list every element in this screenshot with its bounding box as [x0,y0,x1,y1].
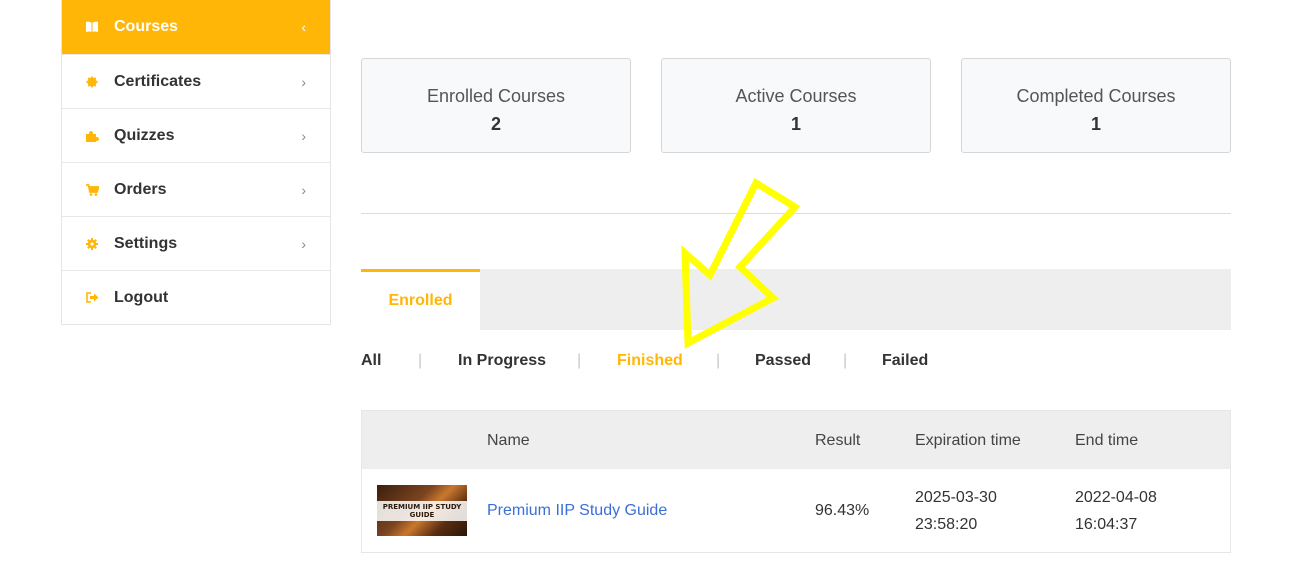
annotation-arrow-icon [681,178,801,349]
filter-in-progress[interactable]: In Progress [458,352,546,370]
logout-icon [84,290,100,306]
sidebar-item-label: Courses [114,18,179,35]
chevron-right-icon: › [301,181,306,198]
stat-card-active: Active Courses 1 [661,58,931,153]
puzzle-icon [84,128,100,144]
expiration-date: 2025-03-30 [915,489,997,506]
book-icon [84,19,100,35]
course-name-link[interactable]: Premium IIP Study Guide [487,497,667,524]
filter-failed[interactable]: Failed [882,352,928,370]
sidebar-item-settings[interactable]: Settings › [62,216,330,270]
stat-card-completed: Completed Courses 1 [961,58,1231,153]
sidebar-item-courses[interactable]: Courses ‹ [62,0,330,54]
sidebar-item-orders[interactable]: Orders › [62,162,330,216]
divider [361,213,1231,214]
column-header-expiration: Expiration time [915,432,1021,449]
thumbnail-text: PREMIUM IIP STUDY GUIDE [377,500,467,521]
sidebar-item-logout[interactable]: Logout [62,270,330,324]
sidebar-item-label: Logout [114,288,169,306]
filter-passed[interactable]: Passed [755,352,811,370]
expiration-time: 23:58:20 [915,516,978,533]
filter-separator: | [418,352,423,369]
stat-card-enrolled: Enrolled Courses 2 [361,58,631,153]
chevron-right-icon: › [301,127,306,144]
filter-separator: | [577,352,582,369]
sidebar-item-label: Quizzes [114,126,175,144]
filter-separator: | [843,352,848,369]
filter-all[interactable]: All [361,352,381,370]
filter-separator: | [716,352,721,369]
end-date: 2022-04-08 [1075,489,1157,506]
stat-label: Completed Courses [1016,86,1176,106]
stat-value: 1 [790,114,801,134]
sidebar-item-label: Orders [114,180,167,198]
tab-enrolled[interactable]: Enrolled [361,269,480,330]
end-time: 16:04:37 [1075,516,1138,533]
certificate-icon [84,74,100,90]
stat-value: 1 [1090,114,1101,134]
course-thumbnail[interactable]: PREMIUM IIP STUDY GUIDE [377,485,467,536]
course-tabs: Enrolled [361,269,1231,330]
stat-label: Enrolled Courses [426,86,566,106]
chevron-right-icon: › [301,73,306,90]
chevron-left-icon: ‹ [301,19,306,35]
sidebar-item-certificates[interactable]: Certificates › [62,54,330,108]
account-sidebar: Courses ‹ Certificates › Quizzes › Order… [61,0,331,325]
filter-finished[interactable]: Finished [617,352,683,370]
cart-icon [84,182,100,198]
chevron-right-icon: › [301,235,306,252]
column-header-end-time: End time [1075,432,1139,449]
course-result: 96.43% [815,502,870,519]
column-header-name: Name [487,432,530,449]
sidebar-item-quizzes[interactable]: Quizzes › [62,108,330,162]
sidebar-item-label: Certificates [114,72,202,90]
stat-value: 2 [490,114,501,134]
gear-icon [84,236,100,252]
stat-label: Active Courses [735,86,857,106]
sidebar-item-label: Settings [114,234,178,252]
column-header-result: Result [815,432,861,449]
courses-table: Name Result Expiration time End time PRE… [361,410,1231,553]
table-header: Name Result Expiration time End time [362,411,1230,469]
